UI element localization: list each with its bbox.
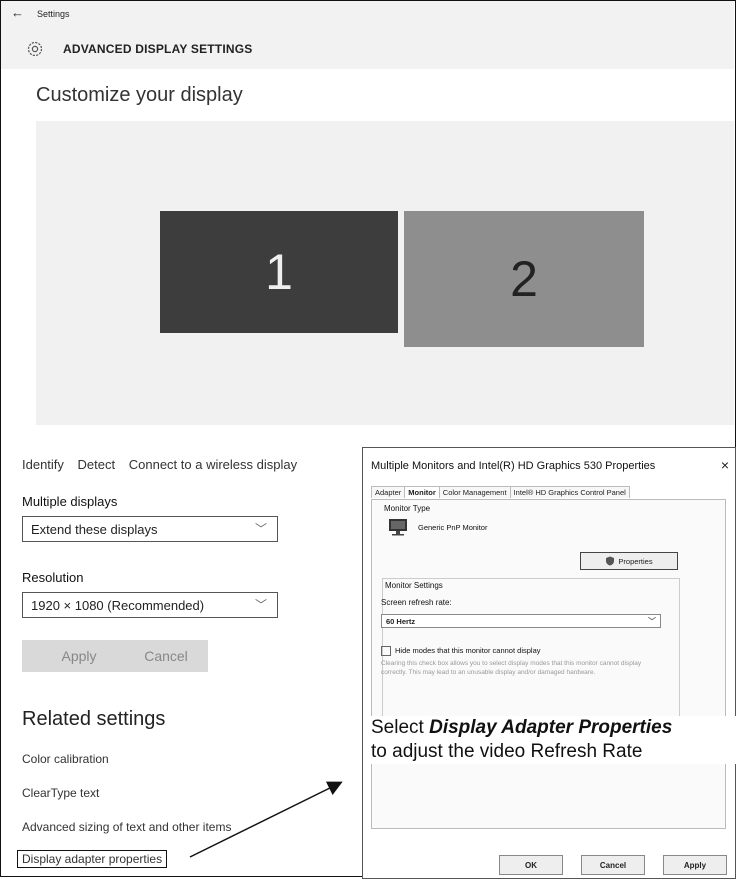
tab-color-management[interactable]: Color Management bbox=[438, 486, 511, 498]
advanced-sizing-link[interactable]: Advanced sizing of text and other items bbox=[22, 820, 231, 834]
caption-emphasis: Display Adapter Properties bbox=[429, 717, 673, 738]
instruction-caption: Select Display Adapter Properties to adju… bbox=[371, 716, 736, 764]
multiple-displays-select[interactable]: Extend these displays ﹀ bbox=[22, 516, 278, 542]
chevron-down-icon: ﹀ bbox=[254, 598, 267, 612]
resolution-value: 1920 × 1080 (Recommended) bbox=[31, 598, 205, 613]
dialog-tabs: Adapter Monitor Color Management Intel® HD … bbox=[371, 486, 630, 500]
display-adapter-properties-link[interactable]: Display adapter properties bbox=[17, 850, 168, 868]
monitor-name: Generic PnP Monitor bbox=[418, 523, 488, 532]
chevron-down-icon: ﹀ bbox=[254, 522, 267, 536]
tab-monitor[interactable]: Monitor bbox=[404, 486, 440, 498]
hide-modes-row[interactable]: Hide modes that this monitor cannot disp… bbox=[381, 646, 541, 657]
tab-adapter[interactable]: Adapter bbox=[371, 486, 406, 498]
monitor-properties-button[interactable]: Properties bbox=[580, 552, 678, 570]
monitor-1-tile[interactable]: 1 bbox=[160, 211, 398, 333]
resolution-label: Resolution bbox=[22, 570, 84, 585]
dialog-apply-button[interactable]: Apply bbox=[663, 855, 727, 875]
monitor-settings-label: Monitor Settings bbox=[385, 581, 443, 590]
connect-wireless-display-link[interactable]: Connect to a wireless display bbox=[129, 457, 297, 472]
hide-modes-checkbox[interactable] bbox=[381, 646, 391, 657]
detect-link[interactable]: Detect bbox=[78, 457, 116, 472]
hide-modes-label: Hide modes that this monitor cannot disp… bbox=[395, 646, 541, 655]
shield-icon bbox=[606, 556, 615, 566]
resolution-select[interactable]: 1920 × 1080 (Recommended) ﹀ bbox=[22, 592, 278, 618]
refresh-rate-label: Screen refresh rate: bbox=[381, 598, 452, 607]
multiple-displays-value: Extend these displays bbox=[31, 522, 158, 537]
caption-suffix: to adjust the video Refresh Rate bbox=[371, 740, 643, 762]
adapter-properties-dialog: Multiple Monitors and Intel(R) HD Graphi… bbox=[362, 447, 736, 879]
dialog-title: Multiple Monitors and Intel(R) HD Graphi… bbox=[371, 460, 656, 472]
customize-heading: Customize your display bbox=[36, 84, 243, 106]
caption-prefix: Select bbox=[371, 717, 430, 738]
related-settings-heading: Related settings bbox=[22, 708, 166, 730]
properties-label: Properties bbox=[618, 556, 653, 566]
gear-icon bbox=[27, 41, 43, 57]
apply-button[interactable]: Apply bbox=[22, 640, 136, 672]
identify-link[interactable]: Identify bbox=[22, 457, 64, 472]
page-title: ADVANCED DISPLAY SETTINGS bbox=[63, 42, 253, 56]
color-calibration-link[interactable]: Color calibration bbox=[22, 752, 109, 766]
display-action-links: Identify Detect Connect to a wireless di… bbox=[22, 457, 307, 472]
cleartype-text-link[interactable]: ClearType text bbox=[22, 786, 99, 800]
settings-header: ← Settings ADVANCED DISPLAY SETTINGS bbox=[1, 1, 734, 69]
multiple-displays-label: Multiple displays bbox=[22, 494, 118, 509]
cancel-button[interactable]: Cancel bbox=[124, 640, 208, 672]
monitor-2-tile[interactable]: 2 bbox=[404, 211, 644, 347]
back-arrow-icon[interactable]: ← bbox=[11, 5, 24, 20]
monitor-icon bbox=[389, 519, 407, 536]
monitor-type-label: Monitor Type bbox=[384, 504, 431, 513]
refresh-rate-select[interactable]: 60 Hertz ﹀ bbox=[381, 614, 661, 628]
hide-modes-hint: Clearing this check box allows you to se… bbox=[381, 660, 642, 676]
settings-app-title: Settings bbox=[37, 9, 70, 19]
tab-intel-control-panel[interactable]: Intel® HD Graphics Control Panel bbox=[509, 486, 630, 498]
ok-button[interactable]: OK bbox=[499, 855, 563, 875]
chevron-down-icon: ﹀ bbox=[648, 617, 656, 626]
dialog-cancel-button[interactable]: Cancel bbox=[581, 855, 645, 875]
close-icon[interactable]: × bbox=[721, 457, 729, 473]
refresh-rate-value: 60 Hertz bbox=[386, 617, 416, 626]
